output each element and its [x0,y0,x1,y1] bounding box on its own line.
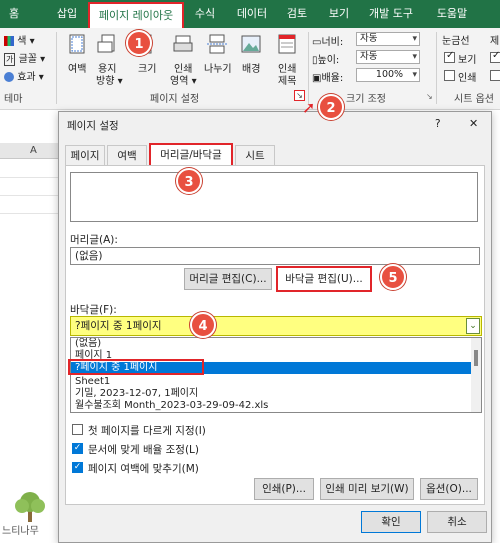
theme-group-label: 테마 [4,94,23,105]
sheet-options-group-label: 시트 옵션 [454,94,494,105]
tab-data[interactable]: 데이터 [230,0,274,28]
tab-developer[interactable]: 개발 도구 [362,0,420,28]
arrow-pointer-icon: ➚ [302,98,316,117]
scale-with-document-label: 문서에 맞게 배율 조정(L) [88,444,199,456]
grid-row-line [0,195,60,196]
tab-home[interactable]: 홈 [0,0,28,28]
width-label: ▭너비: [312,37,344,48]
tab-view[interactable]: 보기 [322,0,356,28]
gridlines-print-checkbox[interactable] [444,70,455,81]
header-preview [70,172,478,222]
gridlines-view-checkbox[interactable] [444,50,455,63]
chevron-down-icon[interactable]: ⌄ [466,318,480,334]
help-icon[interactable]: ? [435,118,441,130]
height-label: ▯높이: [312,55,340,66]
header-footer-panel: 머리글(A): (없음) 머리글 편집(C)... 바닥글 편집(U)... 바… [65,165,485,505]
step-badge-3: 3 [176,168,202,194]
group-separator [308,32,309,104]
theme-fonts-button[interactable]: 가 글꼴 ▾ [4,50,45,66]
tab-formulas[interactable]: 수식 [188,0,222,28]
different-first-page-label: 첫 페이지를 다르게 지정(I) [88,425,206,437]
tab-header-footer[interactable]: 머리글/바닥글 [149,143,233,165]
grid-row-line [0,177,60,178]
width-select[interactable]: 자동 [356,32,420,46]
footer-select[interactable]: ?페이지 중 1페이지 ⌄ [70,316,482,336]
gridlines-print-label: 인쇄 [458,73,477,84]
page-setup-dialog: 페이지 설정 ? ✕ 페이지 여백 머리글/바닥글 시트 머리글(A): (없음… [58,111,492,543]
tab-page-layout[interactable]: 페이지 레이아웃 [88,2,184,28]
margins-icon [69,34,85,54]
step-badge-2: 2 [318,94,344,120]
ribbon-tab-bar: 홈 삽입 페이지 레이아웃 수식 데이터 검토 보기 개발 도구 도움말 [0,0,500,28]
grid-row-line [0,213,60,214]
header-select[interactable]: (없음) [70,247,480,265]
tab-insert[interactable]: 삽입 [50,0,84,28]
tab-sheet[interactable]: 시트 [235,145,275,165]
worksheet-area: A [0,111,60,543]
theme-colors-button[interactable]: 색 ▾ [4,32,35,47]
group-separator [436,32,437,104]
step-badge-5: 5 [380,264,406,290]
height-select[interactable]: 자동 [356,50,420,64]
scale-input[interactable]: 100% [356,68,420,82]
breaks-icon [207,34,227,54]
colors-icon [4,36,14,46]
tab-help[interactable]: 도움말 [428,0,476,28]
footer-label: 바닥글(F): [70,304,117,316]
orientation-icon [97,34,115,53]
dialog-title: 페이지 설정 [67,120,119,132]
edit-footer-button[interactable]: 바닥글 편집(U)... [276,266,372,292]
fonts-icon: 가 [4,53,16,66]
footer-option[interactable]: 월수불조회 Month_2023-03-29-09-42.xls [71,400,467,412]
gridlines-view-label: 보기 [458,55,477,66]
align-with-margins-checkbox[interactable]: ✓ [72,462,83,473]
step-badge-4: 4 [190,312,216,338]
tab-review[interactable]: 검토 [280,0,314,28]
list-scrollbar[interactable] [471,338,481,412]
tree-icon [15,492,45,522]
scale-group-label: 크기 조정 [346,94,386,105]
scale-launcher-icon[interactable]: ↘ [426,92,433,101]
print-area-icon [173,35,193,52]
selected-option-highlight [68,359,204,375]
close-icon[interactable]: ✕ [469,117,478,130]
scale-label: ▣배율: [312,73,344,84]
headings-view-checkbox[interactable] [490,50,500,63]
step-badge-1: 1 [126,30,152,56]
print-button[interactable]: 인쇄(P)... [254,478,314,500]
headings-print-checkbox[interactable] [490,70,500,81]
print-preview-button[interactable]: 인쇄 미리 보기(W) [320,478,414,500]
footer-option[interactable]: Sheet1 [71,376,467,388]
footer-select-value: ?페이지 중 1페이지 [75,320,162,332]
watermark-text: 느티나무 [2,526,39,537]
ribbon: 색 ▾ 가 글꼴 ▾ 효과 ▾ 테마 여백 용지 방향 ▾ 크기 인쇄 영역 ▾… [0,28,500,110]
column-header-a[interactable]: A [30,145,37,156]
tab-margins[interactable]: 여백 [107,145,147,165]
effects-icon [4,72,14,82]
footer-options-list: (없음) 페이지 1 ?페이지 중 1페이지 Sheet1 기밀, 2023-1… [70,337,482,413]
edit-header-button[interactable]: 머리글 편집(C)... [184,268,272,290]
headings-label: 제 [490,36,500,47]
options-button[interactable]: 옵션(O)... [420,478,478,500]
group-separator [56,32,57,104]
align-with-margins-label: 페이지 여백에 맞추기(M) [88,463,199,475]
gridlines-label: 눈금선 [442,36,470,47]
watermark-logo: 느티나무 [0,490,60,540]
different-first-page-checkbox[interactable] [72,424,83,435]
header-label: 머리글(A): [70,234,118,246]
print-titles-icon [278,34,296,54]
ok-button[interactable]: 확인 [361,511,421,533]
cancel-button[interactable]: 취소 [427,511,487,533]
footer-option[interactable]: (없음) [71,338,467,350]
footer-option[interactable]: 기밀, 2023-12-07, 1페이지 [71,388,467,400]
theme-effects-button[interactable]: 효과 ▾ [4,68,44,83]
tab-page[interactable]: 페이지 [65,145,105,165]
scale-with-document-checkbox[interactable]: ✓ [72,443,83,454]
page-setup-group-label: 페이지 설정 [150,94,200,105]
scrollbar-thumb[interactable] [474,350,478,366]
background-icon [241,35,261,53]
